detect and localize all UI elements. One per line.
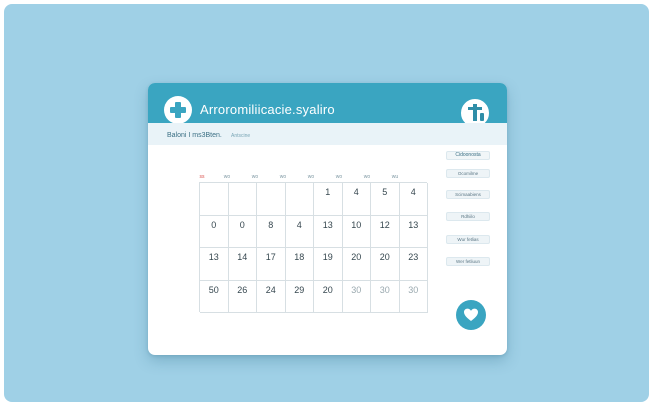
breadcrumb[interactable]: Baloni I ms3Bten.	[167, 132, 222, 139]
sidebar-item[interactable]: Scimaabiens	[446, 190, 490, 199]
calendar-day[interactable]: 24	[257, 280, 286, 313]
calendar-day[interactable]: 0	[228, 215, 257, 248]
calendar-day[interactable]: 20	[314, 280, 343, 313]
calendar-day[interactable]: 4	[285, 215, 314, 248]
weekday-header: wo	[279, 174, 287, 180]
favorite-button[interactable]	[456, 300, 486, 330]
calendar-day[interactable]: 0	[200, 215, 229, 248]
sidebar-item[interactable]: Wur fetlias	[446, 235, 490, 244]
weekday-header: wo	[307, 174, 315, 180]
sidebar-item[interactable]: Wer fetliuun	[446, 257, 490, 266]
calendar-day[interactable]: 20	[342, 248, 371, 281]
weekday-header: wo	[251, 174, 259, 180]
heart-icon	[464, 308, 478, 321]
weekday-header: wo	[363, 174, 371, 180]
sidebar-item[interactable]: Ocomilme	[446, 169, 490, 178]
calendar-day[interactable]: 30	[342, 280, 371, 313]
sidebar-item[interactable]: Rdhiilo	[446, 212, 490, 221]
calendar-day[interactable]: 14	[228, 248, 257, 281]
calendar-day[interactable]: 1	[314, 183, 343, 216]
calendar-day[interactable]: 23	[399, 248, 428, 281]
breadcrumb-sub[interactable]: Antscine	[231, 133, 250, 139]
calendar-day[interactable]: 20	[371, 248, 400, 281]
calendar-day[interactable]: 13	[314, 215, 343, 248]
app-title: Arroromiliicacie.syaliro	[200, 102, 335, 117]
calendar-day[interactable]	[285, 183, 314, 216]
calendar-day[interactable]: 5	[371, 183, 400, 216]
calendar-day[interactable]: 10	[342, 215, 371, 248]
calendar-day[interactable]: 18	[285, 248, 314, 281]
weekday-header: wu	[391, 174, 399, 180]
calendar-day[interactable]	[200, 183, 229, 216]
weekday-header: ss	[199, 174, 205, 180]
calendar-day[interactable]: 4	[399, 183, 428, 216]
calendar-day[interactable]: 30	[371, 280, 400, 313]
calendar-day[interactable]: 19	[314, 248, 343, 281]
sidebar-header[interactable]: Cidoonosta	[446, 151, 490, 160]
calendar-day[interactable]	[228, 183, 257, 216]
calendar-window: Arroromiliicacie.syaliro Baloni I ms3Bte…	[148, 83, 507, 355]
weekday-header: wo	[223, 174, 231, 180]
app-header: Arroromiliicacie.syaliro	[148, 83, 507, 129]
calendar-day[interactable]: 30	[399, 280, 428, 313]
calendar-day[interactable]	[257, 183, 286, 216]
calendar-day[interactable]: 29	[285, 280, 314, 313]
weekday-header: wo	[335, 174, 343, 180]
calendar-day[interactable]: 13	[200, 248, 229, 281]
calendar-day[interactable]: 12	[371, 215, 400, 248]
calendar-day[interactable]: 13	[399, 215, 428, 248]
calendar-day[interactable]: 8	[257, 215, 286, 248]
calendar-day[interactable]: 50	[200, 280, 229, 313]
calendar-day[interactable]: 17	[257, 248, 286, 281]
calendar-day[interactable]: 26	[228, 280, 257, 313]
calendar-grid: 1 4 5 4 0 0 8 4 13 10 12 13 13 14 17 18 …	[199, 182, 428, 313]
calendar-day[interactable]: 4	[342, 183, 371, 216]
medical-cross-icon[interactable]	[164, 96, 192, 124]
